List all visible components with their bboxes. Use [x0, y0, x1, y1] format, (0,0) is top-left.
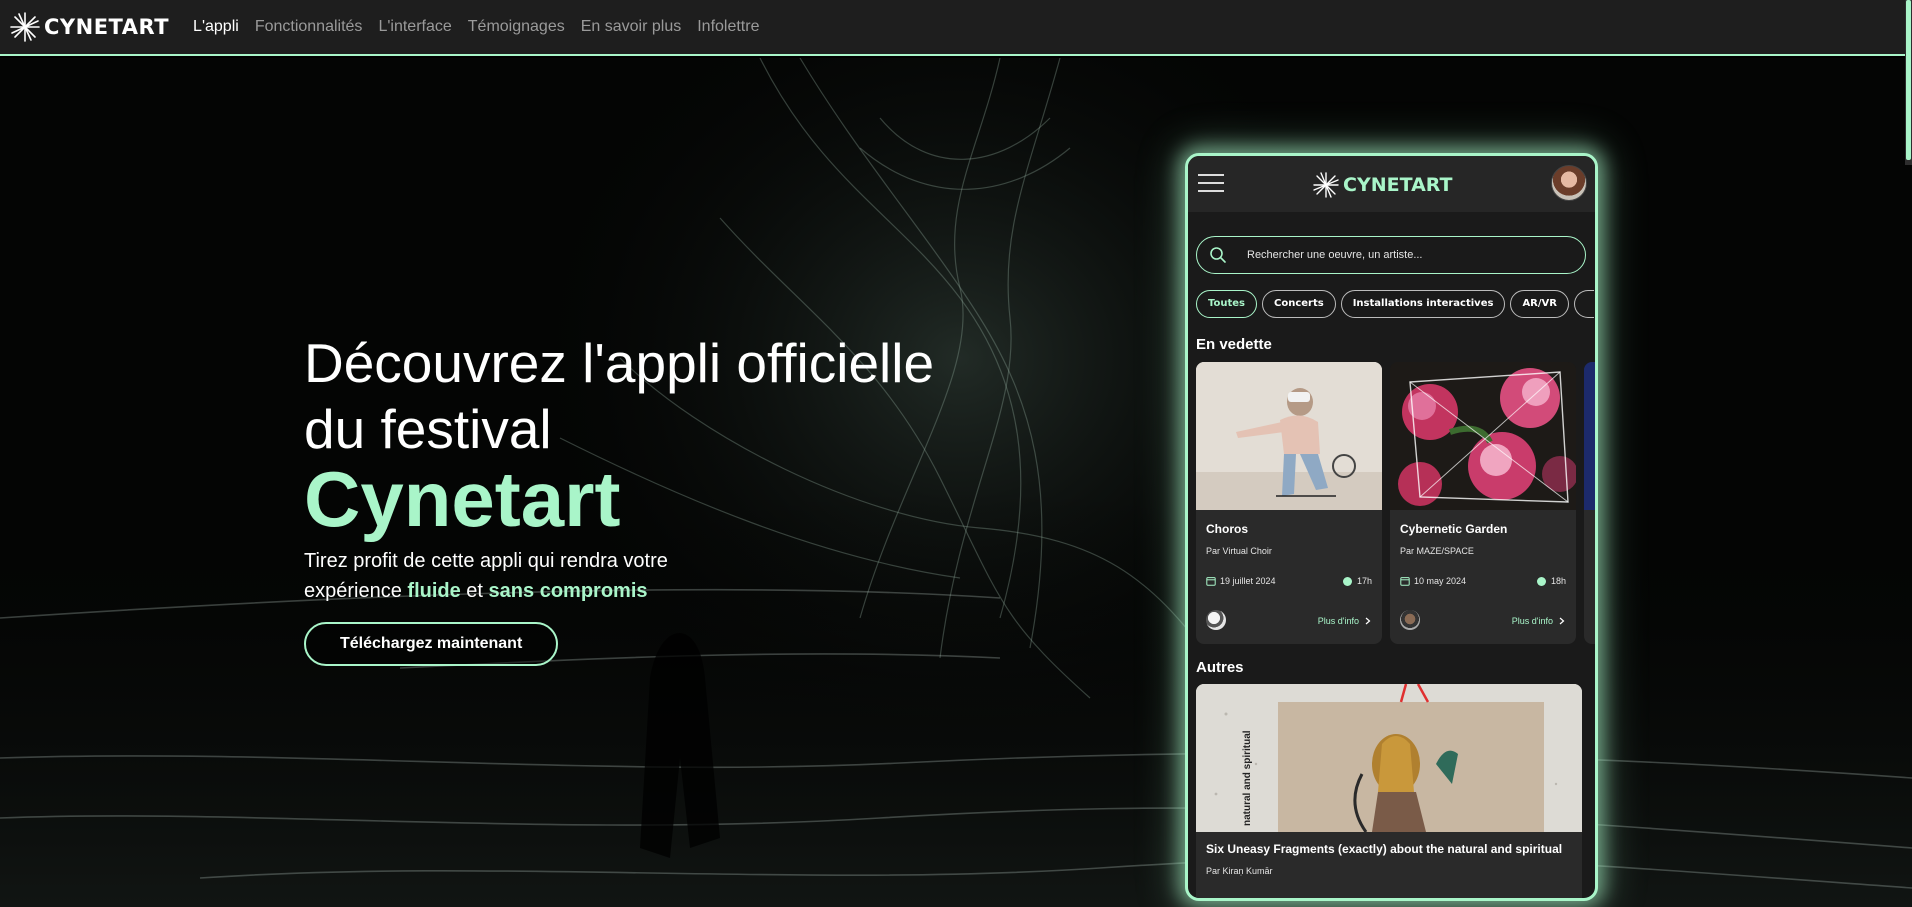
more-info-label: Plus d'info — [1511, 616, 1553, 626]
filter-chip-concerts[interactable]: Concerts — [1262, 290, 1336, 318]
page-scrollbar[interactable] — [1905, 0, 1912, 165]
filter-chip-ar-vr[interactable]: AR/VR — [1510, 290, 1569, 318]
card-author: Par Virtual Choir — [1206, 546, 1272, 556]
hero-subtitle: Tirez profit de cette appli qui rendra v… — [304, 546, 724, 606]
nav-item-lappli[interactable]: L'appli — [193, 18, 239, 36]
hero-subtitle-accent1: fluide — [407, 580, 461, 602]
chevron-right-icon — [1365, 617, 1371, 625]
filter-chip-installations[interactable]: Installations interactives — [1340, 290, 1506, 318]
artwork-image — [1196, 362, 1382, 510]
card-date-text: 10 may 2024 — [1414, 576, 1467, 586]
card-author: Par MAZE/SPACE — [1400, 546, 1474, 556]
nav-item-infolettre[interactable]: Infolettre — [697, 18, 759, 36]
filter-chip-more[interactable] — [1573, 290, 1594, 318]
search-placeholder: Rechercher une oeuvre, un artiste... — [1247, 249, 1423, 261]
download-button[interactable]: Téléchargez maintenant — [304, 622, 559, 666]
card-image — [1196, 362, 1382, 510]
card-date: 10 may 2024 — [1400, 576, 1466, 586]
nav-item-temoignages[interactable]: Témoignages — [468, 18, 565, 36]
nav-item-fonctionnalites[interactable]: Fonctionnalités — [255, 18, 363, 36]
card-title: Cybernetic Garden — [1400, 522, 1508, 536]
search-input[interactable]: Rechercher une oeuvre, un artiste... — [1196, 236, 1586, 274]
card-time-text: 18h — [1550, 576, 1566, 586]
artwork-caption: natural and spiritual — [1242, 730, 1253, 826]
others-section-title: Autres — [1196, 659, 1244, 676]
chevron-right-icon — [1559, 617, 1565, 625]
brand-logo[interactable]: CYNETART — [8, 0, 169, 55]
artwork-image — [1196, 684, 1582, 832]
user-avatar[interactable] — [1551, 165, 1587, 201]
nav-links: L'appli Fonctionnalités L'interface Témo… — [193, 18, 775, 36]
artist-avatar[interactable] — [1206, 610, 1226, 630]
clock-icon — [1536, 576, 1546, 586]
app-header: CYNETART — [1188, 156, 1595, 212]
more-info-link[interactable]: Plus d'info — [1318, 616, 1372, 626]
hero-section: Découvrez l'appli officielle du festival… — [0, 58, 1912, 907]
hero-title: Découvrez l'appli officielle du festival… — [304, 330, 1024, 540]
card-date: 19 juillet 2024 — [1206, 576, 1276, 586]
nav-item-interface[interactable]: L'interface — [378, 18, 451, 36]
hero-title-brand: Cynetart — [304, 455, 621, 543]
artwork-image — [1390, 362, 1576, 510]
nav-item-en-savoir-plus[interactable]: En savoir plus — [581, 18, 682, 36]
more-info-label: Plus d'info — [1317, 616, 1359, 626]
card-image: natural and spiritual — [1196, 684, 1582, 832]
card-date-text: 19 juillet 2024 — [1220, 576, 1276, 586]
card-title: Choros — [1206, 522, 1248, 536]
featured-card[interactable]: Cybernetic Garden Par MAZE/SPACE 10 may … — [1390, 362, 1576, 644]
starburst-icon — [1313, 172, 1339, 198]
other-card[interactable]: natural and spiritual Six Uneasy Fragmen… — [1196, 684, 1582, 898]
hamburger-icon[interactable] — [1198, 174, 1224, 194]
artist-avatar[interactable] — [1400, 610, 1420, 630]
hero-subtitle-mid: et — [460, 580, 489, 602]
card-author: Par Kiraṇ Kumār — [1206, 866, 1273, 876]
calendar-icon — [1400, 577, 1410, 586]
hero-title-line2: du festival — [304, 398, 552, 460]
card-time-text: 17h — [1356, 576, 1372, 586]
hero-subtitle-accent2: sans compromis — [488, 580, 648, 602]
card-time: 17h — [1342, 576, 1372, 586]
top-navigation: CYNETART L'appli Fonctionnalités L'inter… — [0, 0, 1912, 56]
card-time: 18h — [1536, 576, 1566, 586]
hero-text-block: Découvrez l'appli officielle du festival… — [304, 330, 1024, 666]
featured-card[interactable]: Choros Par Virtual Choir 19 juillet 2024… — [1196, 362, 1382, 644]
brand-name: CYNETART — [44, 15, 170, 39]
scrollbar-thumb[interactable] — [1906, 0, 1911, 160]
featured-section-title: En vedette — [1196, 336, 1272, 353]
app-logo-text: CYNETART — [1343, 174, 1453, 196]
more-info-link[interactable]: Plus d'info — [1512, 616, 1566, 626]
phone-mockup: CYNETART Rechercher une oeuvre, un artis… — [1185, 153, 1598, 901]
starburst-icon — [10, 12, 40, 42]
calendar-icon — [1206, 577, 1216, 586]
featured-card-peek[interactable] — [1584, 362, 1595, 644]
filter-chips: Toutes Concerts Installations interactiv… — [1196, 290, 1595, 318]
card-title: Six Uneasy Fragments (exactly) about the… — [1206, 842, 1563, 856]
app-logo: CYNETART — [1311, 170, 1453, 200]
clock-icon — [1342, 576, 1352, 586]
hero-title-line1: Découvrez l'appli officielle — [304, 332, 935, 394]
card-image — [1390, 362, 1576, 510]
search-icon — [1210, 247, 1226, 263]
filter-chip-toutes[interactable]: Toutes — [1196, 290, 1257, 318]
